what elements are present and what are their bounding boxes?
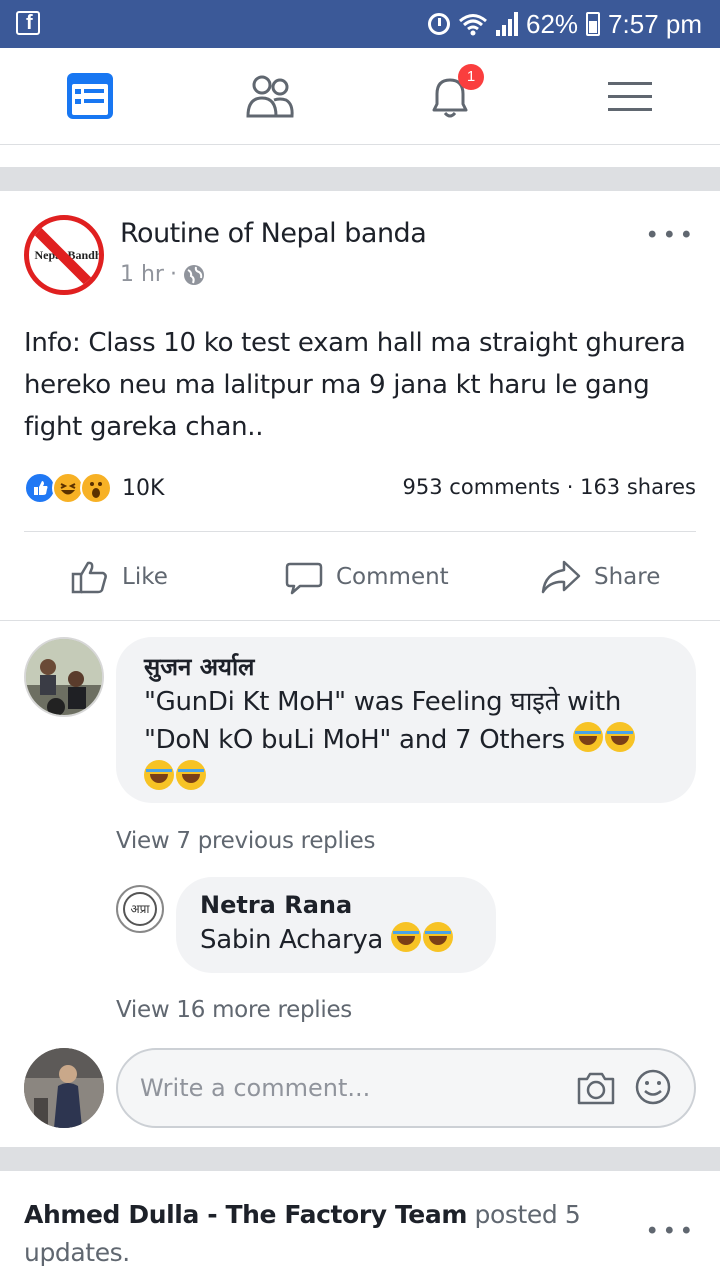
reply-mention[interactable]: Sabin Acharya <box>200 925 383 955</box>
post-stats: 953 comments · 163 shares <box>402 475 696 499</box>
comment-label: Comment <box>336 564 449 590</box>
reactions-summary[interactable]: 10K <box>24 471 164 505</box>
facebook-notification-icon: f <box>16 11 40 35</box>
post-options-button[interactable]: • • • <box>648 221 692 249</box>
post-time[interactable]: 1 hr <box>120 262 164 287</box>
thumbs-up-icon <box>71 561 107 594</box>
reaction-count: 10K <box>122 475 165 501</box>
actions-divider <box>24 531 696 532</box>
signal-icon <box>496 12 518 36</box>
post-text: Info: Class 10 ko test exam hall ma stra… <box>24 328 686 442</box>
shares-count[interactable]: 163 shares <box>580 475 696 499</box>
wifi-icon <box>459 14 487 36</box>
notification-badge: 1 <box>458 64 484 90</box>
laughing-crying-emoji-icon <box>176 760 206 790</box>
status-bar: f 62% 7:57 pm <box>0 0 720 48</box>
commenter-avatar[interactable] <box>24 637 104 717</box>
page-name[interactable]: Routine of Nepal banda <box>120 218 427 249</box>
comments-divider <box>0 620 720 621</box>
feed-divider <box>0 167 720 191</box>
comments-count[interactable]: 953 comments <box>403 475 560 499</box>
comment-input[interactable]: Write a comment... <box>116 1048 696 1128</box>
laughing-crying-emoji-icon <box>391 922 422 952</box>
emoji-icon[interactable] <box>634 1068 672 1106</box>
reply-author[interactable]: Netra Rana <box>200 889 472 921</box>
comment-bubble[interactable]: सुजन अर्याल "GunDi Kt MoH" was Feeling घ… <box>116 637 696 803</box>
alarm-icon <box>428 13 450 35</box>
reply-avatar[interactable]: अप्रा <box>116 885 164 933</box>
wow-reaction-icon <box>80 472 112 504</box>
friends-tab[interactable] <box>244 70 296 122</box>
laughing-crying-emoji-icon <box>604 722 635 752</box>
like-label: Like <box>122 564 168 590</box>
camera-icon[interactable] <box>576 1070 616 1106</box>
share-button[interactable]: Share <box>540 555 660 599</box>
share-icon <box>541 560 581 594</box>
news-feed-tab[interactable] <box>64 70 116 122</box>
view-previous-replies-link[interactable]: View 7 previous replies <box>116 828 376 854</box>
next-post-author[interactable]: Ahmed Dulla - The Factory Team <box>24 1200 467 1229</box>
battery-icon <box>586 12 601 36</box>
feed-divider <box>0 1147 720 1171</box>
comment-button[interactable]: Comment <box>284 555 449 599</box>
like-button[interactable]: Like <box>70 555 168 599</box>
laughing-crying-emoji-icon <box>572 722 603 752</box>
top-nav: 1 <box>0 48 720 145</box>
comment-author[interactable]: सुजन अर्याल <box>144 651 668 683</box>
reply-text: Sabin Acharya <box>200 921 472 959</box>
current-user-avatar[interactable] <box>24 1048 104 1128</box>
notifications-tab[interactable]: 1 <box>424 64 484 122</box>
next-post-header: Ahmed Dulla - The Factory Team posted 5 … <box>24 1196 624 1272</box>
status-indicators: 62% 7:57 pm <box>428 8 702 40</box>
post-meta: 1 hr · <box>120 262 205 287</box>
page-avatar[interactable]: Nepal Bandh <box>24 215 104 295</box>
news-feed-icon <box>67 73 113 119</box>
hamburger-menu-icon <box>608 82 652 111</box>
globe-icon <box>183 264 204 285</box>
comment-input-placeholder: Write a comment... <box>140 1074 371 1102</box>
clock: 7:57 pm <box>608 8 702 39</box>
reply-bubble[interactable]: Netra Rana Sabin Acharya <box>176 877 496 973</box>
comment-icon <box>285 562 323 595</box>
friends-icon <box>246 75 294 118</box>
laughing-crying-emoji-icon <box>423 922 454 952</box>
comment-text: "GunDi Kt MoH" was Feeling घाइते with "D… <box>144 683 668 797</box>
menu-tab[interactable] <box>604 70 656 122</box>
laughing-crying-emoji-icon <box>144 760 174 790</box>
view-more-replies-link[interactable]: View 16 more replies <box>116 997 352 1023</box>
reply-avatar-logo: अप्रा <box>123 892 157 926</box>
battery-percent: 62% <box>526 8 579 39</box>
next-post-options-button[interactable]: • • • <box>648 1217 692 1245</box>
share-label: Share <box>594 564 661 590</box>
